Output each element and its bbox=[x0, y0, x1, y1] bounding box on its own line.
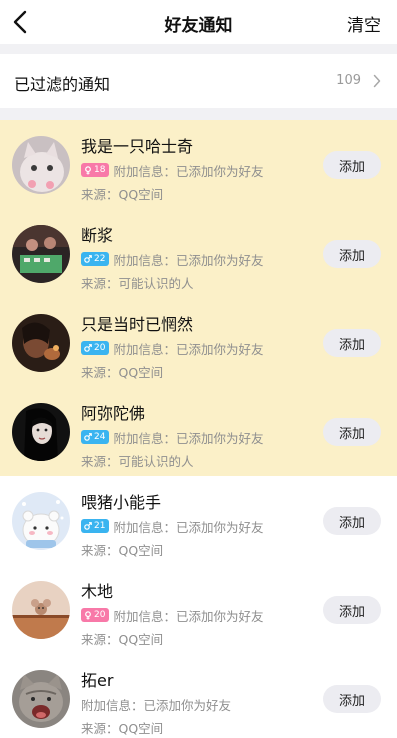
chevron-right-icon bbox=[373, 74, 381, 88]
friend-name[interactable]: 只是当时已惘然 bbox=[81, 311, 193, 335]
age-label: 20 bbox=[94, 610, 106, 620]
filtered-notifications-row[interactable]: 已过滤的通知 109 bbox=[0, 54, 397, 108]
avatar[interactable] bbox=[12, 403, 70, 461]
friend-name[interactable]: 阿弥陀佛 bbox=[81, 400, 145, 424]
friend-request-item: 木地 20 附加信息：已添加你为好友 来源：QQ空间 添加 bbox=[0, 565, 397, 654]
filtered-count: 109 bbox=[336, 73, 361, 88]
page-title: 好友通知 bbox=[164, 16, 233, 36]
request-info: 22 附加信息：已添加你为好友 bbox=[81, 251, 264, 268]
additional-info: 附加信息：已添加你为好友 bbox=[113, 252, 264, 268]
request-info: 附加信息：已添加你为好友 bbox=[81, 696, 232, 713]
additional-info: 附加信息：已添加你为好友 bbox=[113, 519, 264, 535]
additional-info: 附加信息：已添加你为好友 bbox=[81, 697, 232, 713]
request-source: 来源：QQ空间 bbox=[81, 543, 164, 558]
request-info: 21 附加信息：已添加你为好友 bbox=[81, 518, 264, 535]
male-icon bbox=[84, 255, 92, 263]
friend-request-item: 断浆 22 附加信息：已添加你为好友 来源：可能认识的人 添加 bbox=[0, 209, 397, 298]
age-label: 24 bbox=[94, 432, 106, 442]
friend-request-item: 只是当时已惘然 20 附加信息：已添加你为好友 来源：QQ空间 添加 bbox=[0, 298, 397, 387]
clear-button[interactable]: 清空 bbox=[347, 11, 381, 36]
gender-age-badge: 24 bbox=[81, 430, 110, 444]
nav-bar: 好友通知 清空 bbox=[0, 0, 397, 44]
request-source: 来源：QQ空间 bbox=[81, 187, 164, 202]
friend-name[interactable]: 喂猪小能手 bbox=[81, 489, 161, 513]
add-friend-button[interactable]: 添加 bbox=[323, 507, 381, 535]
request-source: 来源：QQ空间 bbox=[81, 632, 164, 647]
male-icon bbox=[84, 344, 92, 352]
additional-info: 附加信息：已添加你为好友 bbox=[113, 163, 264, 179]
request-source: 来源：QQ空间 bbox=[81, 365, 164, 380]
age-label: 18 bbox=[94, 165, 106, 175]
gender-age-badge: 18 bbox=[81, 163, 110, 177]
add-friend-button[interactable]: 添加 bbox=[323, 151, 381, 179]
add-friend-button[interactable]: 添加 bbox=[323, 329, 381, 357]
friend-name[interactable]: 断浆 bbox=[81, 222, 113, 246]
additional-info: 附加信息：已添加你为好友 bbox=[113, 430, 264, 446]
request-info: 20 附加信息：已添加你为好友 bbox=[81, 340, 264, 357]
additional-info: 附加信息：已添加你为好友 bbox=[113, 341, 264, 357]
section-divider bbox=[0, 44, 397, 54]
friend-name[interactable]: 木地 bbox=[81, 578, 113, 602]
female-icon bbox=[85, 610, 91, 619]
friend-request-item: 阿弥陀佛 24 附加信息：已添加你为好友 来源：可能认识的人 添加 bbox=[0, 387, 397, 476]
request-source: 来源：可能认识的人 bbox=[81, 276, 194, 291]
gender-age-badge: 22 bbox=[81, 252, 110, 266]
avatar[interactable] bbox=[12, 492, 70, 550]
request-source: 来源：可能认识的人 bbox=[81, 454, 194, 469]
add-friend-button[interactable]: 添加 bbox=[323, 240, 381, 268]
friend-request-list: 我是一只哈士奇 18 附加信息：已添加你为好友 来源：QQ空间 添加 断浆 22… bbox=[0, 120, 397, 738]
friend-request-item: 喂猪小能手 21 附加信息：已添加你为好友 来源：QQ空间 添加 bbox=[0, 476, 397, 565]
gender-age-badge: 20 bbox=[81, 608, 110, 622]
request-info: 20 附加信息：已添加你为好友 bbox=[81, 607, 264, 624]
avatar[interactable] bbox=[12, 581, 70, 639]
friend-name[interactable]: 我是一只哈士奇 bbox=[81, 133, 193, 157]
friend-name[interactable]: 拓er bbox=[81, 667, 113, 691]
avatar[interactable] bbox=[12, 225, 70, 283]
section-divider bbox=[0, 108, 397, 120]
friend-request-item: 拓er 附加信息：已添加你为好友 来源：QQ空间 添加 bbox=[0, 654, 397, 738]
gender-age-badge: 21 bbox=[81, 519, 110, 533]
avatar[interactable] bbox=[12, 136, 70, 194]
add-friend-button[interactable]: 添加 bbox=[323, 685, 381, 713]
request-info: 18 附加信息：已添加你为好友 bbox=[81, 162, 264, 179]
friend-request-item: 我是一只哈士奇 18 附加信息：已添加你为好友 来源：QQ空间 添加 bbox=[0, 120, 397, 209]
male-icon bbox=[84, 433, 92, 441]
gender-age-badge: 20 bbox=[81, 341, 110, 355]
age-label: 22 bbox=[94, 254, 106, 264]
request-info: 24 附加信息：已添加你为好友 bbox=[81, 429, 264, 446]
male-icon bbox=[84, 522, 92, 530]
avatar[interactable] bbox=[12, 314, 70, 372]
add-friend-button[interactable]: 添加 bbox=[323, 418, 381, 446]
add-friend-button[interactable]: 添加 bbox=[323, 596, 381, 624]
female-icon bbox=[85, 165, 91, 174]
request-source: 来源：QQ空间 bbox=[81, 721, 164, 736]
additional-info: 附加信息：已添加你为好友 bbox=[113, 608, 264, 624]
filtered-notifications-label: 已过滤的通知 bbox=[14, 75, 111, 94]
age-label: 20 bbox=[94, 343, 106, 353]
age-label: 21 bbox=[94, 521, 106, 531]
avatar[interactable] bbox=[12, 670, 70, 728]
